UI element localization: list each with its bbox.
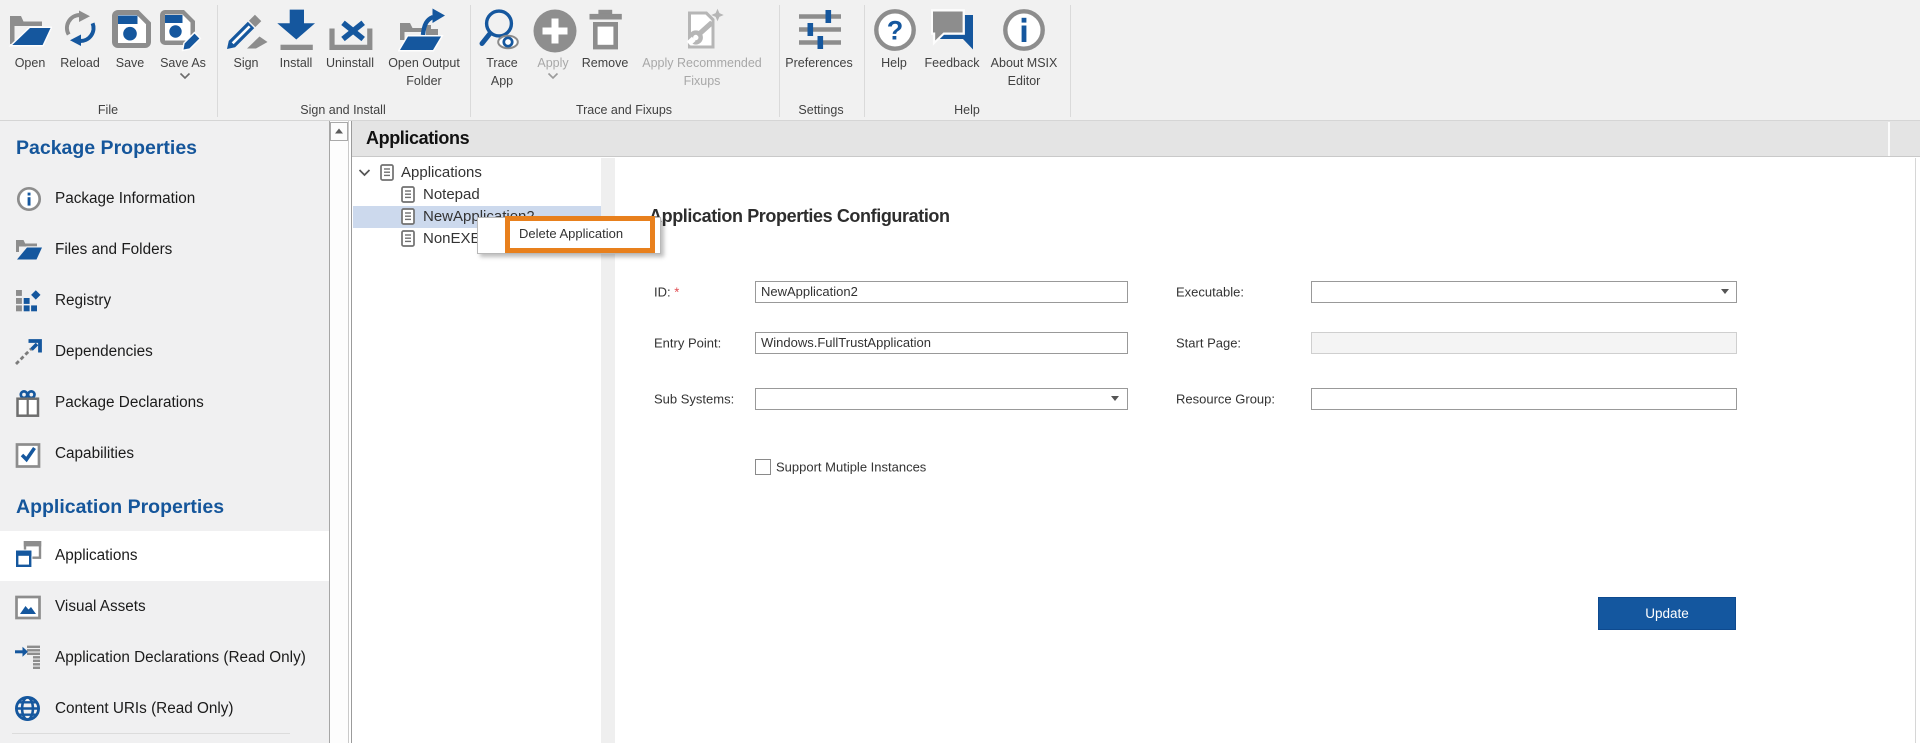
svg-text:?: ? [887, 16, 904, 46]
